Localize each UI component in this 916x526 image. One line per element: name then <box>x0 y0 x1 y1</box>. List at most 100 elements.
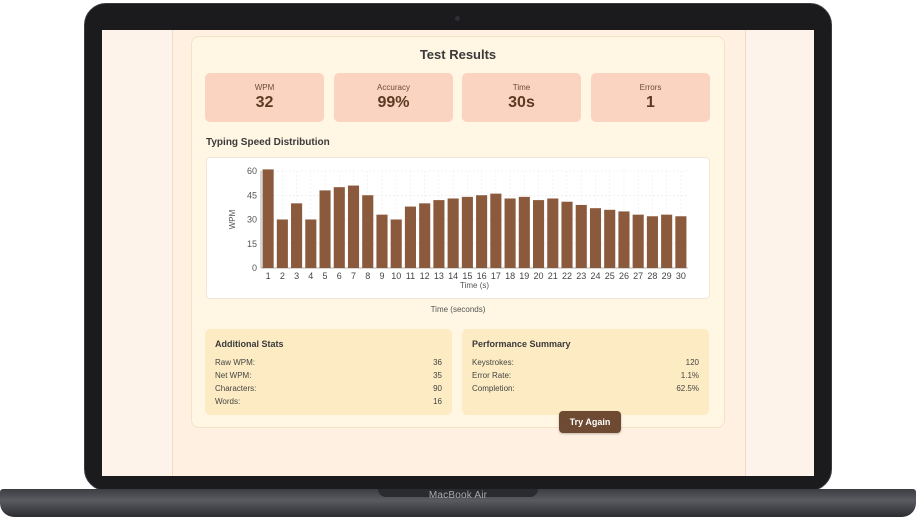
stat-time: Time 30s <box>462 73 581 122</box>
page-container: Test Results WPM 32 Accuracy 99% Time 30… <box>172 30 746 476</box>
row-value: 90 <box>433 384 442 393</box>
bar <box>476 195 488 268</box>
x-tick-label: 25 <box>605 271 615 281</box>
bar <box>404 206 417 268</box>
bar <box>661 214 673 268</box>
x-tick-label: 10 <box>391 271 401 281</box>
bar <box>675 216 687 268</box>
bar <box>447 198 459 268</box>
panel-title: Performance Summary <box>472 339 571 349</box>
bar <box>362 195 374 268</box>
stat-label: WPM <box>254 83 275 92</box>
bar <box>262 169 274 268</box>
x-tick-label: 21 <box>548 271 558 281</box>
bar <box>419 203 431 268</box>
stat-label: Time <box>512 83 531 92</box>
stat-value: 30s <box>508 94 535 111</box>
results-card: Test Results WPM 32 Accuracy 99% Time 30… <box>191 36 725 428</box>
x-tick-label: 17 <box>491 271 501 281</box>
bar <box>376 214 388 268</box>
chart-container: 0 15 30 45 60 1 2 3 4 5 6 7 8 9 10 11 12 13 14 15 16 17 18 19 20… <box>206 157 710 299</box>
x-tick-label: 11 <box>406 271 415 281</box>
x-tick-label: 1 <box>266 271 271 281</box>
bar <box>646 216 658 268</box>
x-tick-label: 22 <box>562 271 572 281</box>
row-value: 1.1% <box>680 371 699 380</box>
try-again-button[interactable]: Try Again <box>559 411 621 433</box>
x-tick-label: 14 <box>448 271 458 281</box>
bar <box>532 200 545 268</box>
bar <box>547 198 559 268</box>
stat-label: Accuracy <box>377 83 410 92</box>
x-tick-label: 4 <box>308 271 313 281</box>
stat-errors: Errors 1 <box>591 73 710 122</box>
performance-summary-panel: Performance Summary Keystrokes: 120 Erro… <box>462 329 709 415</box>
y-tick-label: 60 <box>247 166 257 176</box>
y-axis-label: WPM <box>228 209 237 229</box>
row-label: Error Rate: <box>472 371 512 380</box>
bar <box>433 200 445 268</box>
y-tick-label: 0 <box>252 263 257 273</box>
results-title: Test Results <box>419 47 497 62</box>
y-tick-label: 15 <box>247 239 257 249</box>
camera-dot <box>455 16 460 21</box>
y-tick-label: 30 <box>247 215 257 225</box>
stat-accuracy: Accuracy 99% <box>334 73 453 122</box>
x-tick-label: 16 <box>477 271 487 281</box>
bar <box>333 187 345 268</box>
x-tick-label: 27 <box>633 271 643 281</box>
x-tick-label: 20 <box>534 271 544 281</box>
x-tick-label: 9 <box>379 271 384 281</box>
row-value: 120 <box>685 358 699 367</box>
x-tick-label: 5 <box>323 271 328 281</box>
x-tick-label: 26 <box>619 271 629 281</box>
bar <box>305 219 317 268</box>
bar <box>561 201 573 268</box>
x-tick-label: 29 <box>662 271 672 281</box>
panel-title: Additional Stats <box>215 339 284 349</box>
x-tick-label: 12 <box>420 271 430 281</box>
stat-wpm: WPM 32 <box>205 73 324 122</box>
bar <box>504 198 516 268</box>
x-tick-label: 3 <box>294 271 299 281</box>
typing-speed-chart: 0153045601 2 3 4 5 6 7 8 9 10 11 12 13 14 15 16 17 18 19 20… <box>228 166 688 290</box>
bar <box>490 193 502 268</box>
x-tick-label: 2 <box>280 271 285 281</box>
chart-x-caption: Time (seconds) <box>430 305 486 314</box>
row-label: Raw WPM: <box>215 358 255 367</box>
x-tick-label: 13 <box>434 271 444 281</box>
stat-value: 99% <box>377 94 410 111</box>
row-label: Words: <box>215 397 241 406</box>
row-value: 62.5% <box>676 384 699 393</box>
laptop-frame: Test Results WPM 32 Accuracy 99% Time 30… <box>0 0 916 526</box>
row-value: 36 <box>433 358 442 367</box>
x-tick-label: 19 <box>519 271 529 281</box>
x-tick-label: 6 <box>337 271 342 281</box>
bar <box>276 219 288 268</box>
row-label: Net WPM: <box>215 371 252 380</box>
screen: Test Results WPM 32 Accuracy 99% Time 30… <box>102 30 814 476</box>
x-tick-label: 7 <box>351 271 356 281</box>
x-tick-label: 30 <box>676 271 686 281</box>
bar <box>589 208 602 268</box>
stat-label: Errors <box>639 83 662 92</box>
bar <box>575 204 587 268</box>
y-tick-label: 45 <box>247 190 257 200</box>
row-label: Characters: <box>215 384 257 393</box>
bar <box>461 196 473 268</box>
x-tick-label: 28 <box>647 271 657 281</box>
bar <box>604 209 616 268</box>
x-tick-label: 23 <box>576 271 586 281</box>
bar <box>319 190 331 268</box>
stat-value: 1 <box>646 94 655 111</box>
x-tick-label: 15 <box>462 271 472 281</box>
bar <box>518 196 530 268</box>
additional-stats-panel: Additional Stats Raw WPM: 36 Net WPM: 35… <box>205 329 452 415</box>
row-value: 16 <box>433 397 442 406</box>
x-tick-label: 8 <box>365 271 370 281</box>
stat-value: 32 <box>255 94 274 111</box>
bar <box>291 203 303 268</box>
bar <box>347 185 360 268</box>
device-label: MacBook Air <box>428 490 488 501</box>
bar <box>618 211 630 268</box>
